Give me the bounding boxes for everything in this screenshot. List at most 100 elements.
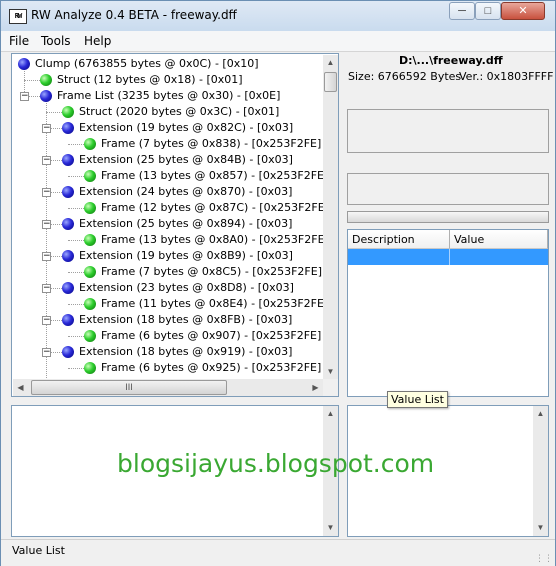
app-icon: RW	[9, 9, 27, 24]
tree-branch-line	[46, 112, 62, 113]
status-text: Value List	[12, 544, 65, 557]
tree-branch-line	[68, 208, 84, 209]
tree-node-label: Extension (23 bytes @ 0x8D8) - [0x03]	[79, 281, 294, 294]
app-window: RW RW Analyze 0.4 BETA - freeway.dff ─ □…	[0, 0, 556, 566]
menu-tools[interactable]: Tools	[41, 34, 71, 48]
close-button[interactable]: ✕	[501, 2, 545, 20]
tree-node[interactable]: − Extension (18 bytes @ 0x8FB) - [0x03]	[12, 312, 322, 328]
detail-view-scrollbar[interactable]: ▲ ▼	[533, 406, 548, 536]
green-node-icon	[84, 362, 96, 374]
hex-scroll-down-icon[interactable]: ▼	[323, 520, 338, 535]
value-list[interactable]: Description Value	[347, 229, 549, 397]
tree-node[interactable]: − Extension (25 bytes @ 0x894) - [0x03]	[12, 216, 322, 232]
tree-branch-line	[68, 272, 84, 273]
green-node-icon	[84, 170, 96, 182]
menu-file[interactable]: File	[9, 34, 29, 48]
tree-vertical-scroll-thumb[interactable]	[324, 72, 337, 92]
selected-value-row[interactable]	[348, 249, 548, 265]
tree-node-label: Extension (19 bytes @ 0x82C) - [0x03]	[79, 121, 294, 134]
tree-vertical-scrollbar[interactable]: ▲ ▼	[323, 55, 338, 379]
collapse-icon[interactable]: −	[42, 284, 51, 293]
green-node-icon	[40, 74, 52, 86]
collapse-icon[interactable]: −	[42, 188, 51, 197]
tree-node[interactable]: − Extension (19 bytes @ 0x8B9) - [0x03]	[12, 248, 322, 264]
tree-branch-line	[68, 240, 84, 241]
tree-node[interactable]: Clump (6763855 bytes @ 0x0C) - [0x10]	[12, 56, 322, 72]
column-header-value[interactable]: Value	[450, 230, 548, 249]
green-node-icon	[62, 106, 74, 118]
tree-node[interactable]: Struct (2020 bytes @ 0x3C) - [0x01]	[12, 104, 322, 120]
menu-help[interactable]: Help	[84, 34, 111, 48]
scroll-right-icon[interactable]: ▶	[308, 380, 323, 395]
tree-node-label: Frame List (3235 bytes @ 0x30) - [0x0E]	[57, 89, 281, 102]
tree-node[interactable]: Struct (12 bytes @ 0x18) - [0x01]	[12, 72, 322, 88]
collapse-icon[interactable]: −	[42, 220, 51, 229]
blue-node-icon	[40, 90, 52, 102]
scroll-left-icon[interactable]: ◀	[13, 380, 28, 395]
tree-branch-line	[68, 176, 84, 177]
tree-node[interactable]: Frame (11 bytes @ 0x8E4) - [0x253F2FE]	[12, 296, 328, 312]
tree-node-label: Clump (6763855 bytes @ 0x0C) - [0x10]	[35, 57, 259, 70]
collapse-icon[interactable]: −	[20, 92, 29, 101]
tree-node-label: Frame (12 bytes @ 0x87C) - [0x253F2FE]	[101, 201, 329, 214]
resize-grip-icon[interactable]: ⋮⋮	[535, 553, 553, 564]
value-list-tooltip: Value List	[387, 391, 448, 408]
tree-node[interactable]: Frame (12 bytes @ 0x87C) - [0x253F2FE]	[12, 200, 329, 216]
tree-node[interactable]: − Extension (19 bytes @ 0x82C) - [0x03]	[12, 120, 322, 136]
minimize-icon: ─	[458, 5, 466, 17]
minimize-button[interactable]: ─	[449, 2, 475, 20]
tree-node-label: Struct (2020 bytes @ 0x3C) - [0x01]	[79, 105, 280, 118]
info-box-top	[347, 109, 549, 153]
tree-node[interactable]: Frame (13 bytes @ 0x8A0) - [0x253F2FE]	[12, 232, 329, 248]
collapse-icon[interactable]: −	[42, 348, 51, 357]
window-title: RW Analyze 0.4 BETA - freeway.dff	[31, 8, 237, 22]
blue-node-icon	[62, 154, 74, 166]
blue-node-icon	[62, 314, 74, 326]
tree-horizontal-scroll-thumb[interactable]: III	[31, 380, 227, 395]
scroll-up-icon[interactable]: ▲	[323, 55, 338, 70]
blue-node-icon	[62, 282, 74, 294]
tree-node-label: Frame (7 bytes @ 0x838) - [0x253F2FE]	[101, 137, 322, 150]
status-bar: Value List ⋮⋮	[1, 539, 555, 566]
tree-branch-line	[68, 336, 84, 337]
tree-horizontal-scrollbar[interactable]: ◀ III ▶	[13, 379, 323, 396]
tree-node[interactable]: Frame (13 bytes @ 0x857) - [0x253F2FE]	[12, 168, 328, 184]
collapse-icon[interactable]: −	[42, 124, 51, 133]
tree-node[interactable]: Frame (6 bytes @ 0x907) - [0x253F2FE]	[12, 328, 322, 344]
collapse-icon[interactable]: −	[42, 316, 51, 325]
tree-node[interactable]: − Extension (18 bytes @ 0x919) - [0x03]	[12, 344, 322, 360]
blue-node-icon	[18, 58, 30, 70]
scroll-down-icon[interactable]: ▼	[323, 364, 338, 379]
detail-scroll-up-icon[interactable]: ▲	[533, 406, 548, 421]
collapse-icon[interactable]: −	[42, 252, 51, 261]
tree-node-label: Extension (25 bytes @ 0x84B) - [0x03]	[79, 153, 293, 166]
tree-node[interactable]: Frame (6 bytes @ 0x925) - [0x253F2FE]	[12, 360, 322, 376]
tree-node-label: Extension (18 bytes @ 0x8FB) - [0x03]	[79, 313, 293, 326]
tree-branch-line	[68, 144, 84, 145]
green-node-icon	[84, 202, 96, 214]
file-size-label: Size: 6766592 Bytes	[348, 70, 462, 83]
close-icon: ✕	[518, 5, 528, 17]
blue-node-icon	[62, 250, 74, 262]
watermark-text: blogsijayus.blogspot.com	[117, 449, 435, 478]
tree-branch-line	[68, 368, 84, 369]
panel-splitter-bar[interactable]	[347, 211, 549, 223]
tree-node-label: Frame (7 bytes @ 0x8C5) - [0x253F2FE]	[101, 265, 322, 278]
tree-node[interactable]: Frame (7 bytes @ 0x8C5) - [0x253F2FE]	[12, 264, 322, 280]
tree-node[interactable]: Frame (7 bytes @ 0x838) - [0x253F2FE]	[12, 136, 322, 152]
tree-node[interactable]: − Frame List (3235 bytes @ 0x30) - [0x0E]	[12, 88, 322, 104]
detail-scroll-down-icon[interactable]: ▼	[533, 520, 548, 535]
column-header-description[interactable]: Description	[348, 230, 450, 249]
tree-node[interactable]: − Extension (24 bytes @ 0x870) - [0x03]	[12, 184, 322, 200]
blue-node-icon	[62, 218, 74, 230]
version-label: Ver.: 0x1803FFFF	[459, 70, 554, 83]
chunk-tree-view[interactable]: Clump (6763855 bytes @ 0x0C) - [0x10] Str…	[11, 53, 339, 397]
tree-node-label: Extension (25 bytes @ 0x894) - [0x03]	[79, 217, 293, 230]
maximize-button[interactable]: □	[475, 2, 501, 20]
collapse-icon[interactable]: −	[42, 156, 51, 165]
hex-scroll-up-icon[interactable]: ▲	[323, 406, 338, 421]
blue-node-icon	[62, 122, 74, 134]
tree-node[interactable]: − Extension (25 bytes @ 0x84B) - [0x03]	[12, 152, 322, 168]
tree-node[interactable]: − Extension (23 bytes @ 0x8D8) - [0x03]	[12, 280, 322, 296]
title-bar[interactable]: RW RW Analyze 0.4 BETA - freeway.dff ─ □…	[1, 1, 555, 32]
